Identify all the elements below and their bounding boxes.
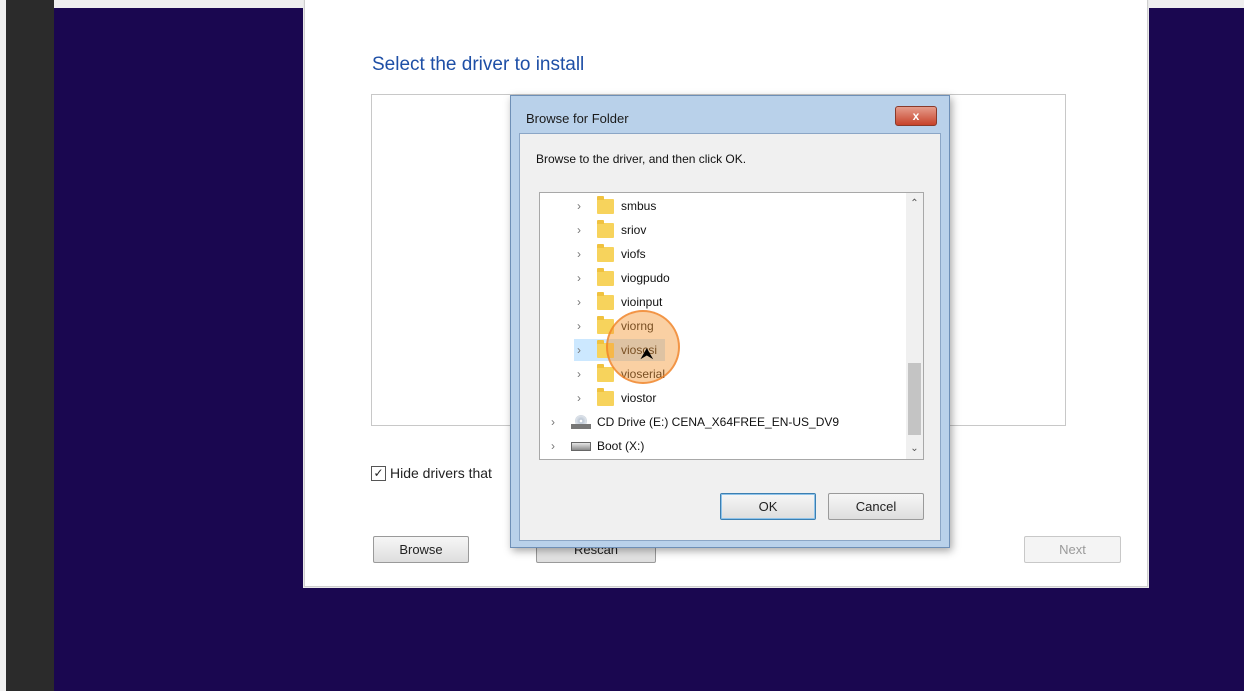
chevron-right-icon[interactable]: › [574,247,584,261]
chevron-right-icon[interactable]: › [574,343,584,357]
page-title: Select the driver to install [372,54,585,75]
browse-for-folder-dialog: Browse for Folder x Browse to the driver… [510,95,950,548]
dialog-body: Browse to the driver, and then click OK.… [519,133,941,541]
folder-icon [597,243,614,262]
chevron-right-icon[interactable]: › [574,367,584,381]
dialog-title: Browse for Folder [526,111,629,126]
folder-tree[interactable]: › smbus › sriov › viofs › viogpudo › vioinput › vio… [539,192,924,460]
tree-scrollbar[interactable]: ⌃ ⌄ [906,193,923,459]
chevron-right-icon[interactable]: › [574,271,584,285]
tree-item-label: vioinput [621,295,663,309]
ok-button[interactable]: OK [720,493,816,520]
chevron-right-icon[interactable]: › [548,415,558,429]
hide-drivers-label: Hide drivers that [390,465,492,481]
tree-item[interactable]: › viogpudo [574,267,678,289]
tree-item-label: viofs [621,247,646,261]
drive-icon [571,441,591,451]
left-edge [0,0,6,691]
tree-item-label: CD Drive (E:) CENA_X64FREE_EN-US_DV9 [597,415,840,429]
next-button[interactable]: Next [1024,536,1121,563]
hide-drivers-row[interactable]: ✓ Hide drivers that [371,465,492,481]
folder-icon [597,267,614,286]
browse-button[interactable]: Browse [373,536,469,563]
tree-item[interactable]: › smbus [574,195,664,217]
folder-icon [597,363,614,382]
chevron-right-icon[interactable]: › [548,439,558,453]
dialog-prompt: Browse to the driver, and then click OK. [536,152,747,166]
tree-item[interactable]: › sriov [574,219,654,241]
tree-item-label: viostor [621,391,657,405]
folder-icon [597,387,614,406]
tree-item[interactable]: › vioinput [574,291,670,313]
scroll-up-icon[interactable]: ⌃ [906,195,923,212]
folder-icon [597,195,614,214]
close-button[interactable]: x [895,106,937,126]
tree-item[interactable]: › viofs [574,243,654,265]
tree-item-label: Boot (X:) [597,439,645,453]
chevron-right-icon[interactable]: › [574,223,584,237]
tree-item-label: sriov [621,223,647,237]
cancel-button[interactable]: Cancel [828,493,924,520]
tree-item[interactable]: › viostor [574,387,664,409]
chevron-right-icon[interactable]: › [574,295,584,309]
left-strip [0,0,54,691]
folder-icon [597,291,614,310]
folder-icon [597,219,614,238]
mouse-cursor-icon: ⮝ [640,346,654,363]
close-icon: x [912,109,920,123]
chevron-right-icon[interactable]: › [574,199,584,213]
tree-item[interactable]: › Boot (X:) [548,435,652,457]
scroll-thumb[interactable] [908,363,921,435]
cd-drive-icon [571,415,591,429]
chevron-right-icon[interactable]: › [574,319,584,333]
tree-item[interactable]: › CD Drive (E:) CENA_X64FREE_EN-US_DV9 [548,411,847,433]
hide-drivers-checkbox[interactable]: ✓ [371,465,386,481]
chevron-right-icon[interactable]: › [574,391,584,405]
tree-item-label: smbus [621,199,657,213]
scroll-down-icon[interactable]: ⌄ [906,440,923,457]
tree-item-label: viogpudo [621,271,670,285]
